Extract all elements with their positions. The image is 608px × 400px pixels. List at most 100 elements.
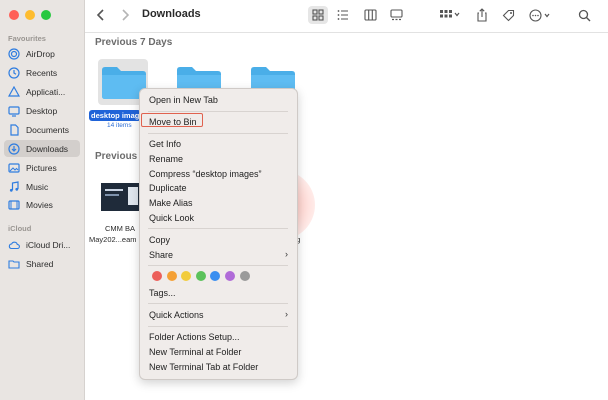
search-button[interactable] — [576, 6, 592, 24]
menu-divider — [148, 265, 288, 266]
zoom-window-button[interactable] — [41, 10, 51, 20]
column-view-button[interactable] — [361, 6, 379, 24]
tag-purple[interactable] — [224, 271, 235, 281]
search-icon — [578, 9, 590, 21]
more-actions-button[interactable] — [528, 6, 554, 24]
menu-divider — [148, 111, 288, 112]
section-title-previous: Previous — [95, 151, 138, 162]
sidebar-item-applications[interactable]: Applicati... — [4, 83, 80, 100]
window-title: Downloads — [142, 8, 201, 20]
section-title-previous-7-days: Previous 7 Days — [95, 37, 173, 48]
tag-blue[interactable] — [210, 271, 221, 281]
favourites-section-label: Favourites — [8, 34, 46, 43]
menu-item-open-in-new-tab[interactable]: Open in New Tab — [149, 95, 218, 105]
forward-button[interactable] — [117, 6, 133, 24]
menu-item-make-alias[interactable]: Make Alias — [149, 198, 193, 208]
share-icon — [477, 8, 487, 22]
applications-icon — [8, 85, 20, 98]
share-button[interactable] — [474, 6, 490, 24]
menu-divider — [148, 228, 288, 229]
sidebar-item-label: Documents — [26, 124, 69, 135]
sidebar-item-label: Shared — [26, 258, 54, 269]
sidebar-item-documents[interactable]: Documents — [4, 121, 80, 138]
tag-orange[interactable] — [166, 271, 177, 281]
sidebar-item-shared[interactable]: Shared — [4, 255, 80, 272]
file-name-line1[interactable]: CMM BA — [105, 224, 135, 233]
group-by-button[interactable] — [437, 6, 463, 24]
menu-item-tags[interactable]: Tags... — [149, 288, 176, 298]
gallery-view-button[interactable] — [387, 6, 405, 24]
airdrop-icon — [8, 47, 20, 60]
context-menu: Open in New Tab Move to Bin Get Info Ren… — [139, 88, 298, 380]
sidebar-item-label: AirDrop — [26, 48, 55, 59]
sidebar-item-pictures[interactable]: Pictures — [4, 159, 80, 176]
list-icon — [337, 10, 348, 20]
sidebar-item-music[interactable]: Music — [4, 178, 80, 195]
sidebar-item-label: Music — [26, 181, 49, 192]
group-icon — [440, 10, 460, 18]
file-name-line2[interactable]: May202...eam — [89, 235, 137, 244]
folder-item-count: 14 items — [107, 122, 132, 129]
sidebar-item-label: Applicati... — [26, 86, 66, 97]
menu-item-get-info[interactable]: Get Info — [149, 139, 181, 149]
columns-icon — [363, 9, 377, 21]
sidebar-item-recents[interactable]: Recents — [4, 64, 80, 81]
sidebar-item-icloud-drive[interactable]: iCloud Dri... — [4, 236, 80, 253]
music-icon — [8, 180, 20, 193]
menu-item-copy[interactable]: Copy — [149, 235, 170, 245]
close-window-button[interactable] — [9, 10, 19, 20]
sidebar-item-movies[interactable]: Movies — [4, 196, 80, 213]
icloud-section-label: iCloud — [8, 224, 32, 233]
file-thumbnail[interactable] — [101, 183, 141, 211]
icloud-drive-icon — [8, 239, 20, 251]
grid-icon — [312, 9, 324, 21]
shared-folder-icon — [8, 258, 20, 270]
ellipsis-circle-icon — [529, 8, 550, 22]
menu-item-duplicate[interactable]: Duplicate — [149, 183, 187, 193]
window-controls — [9, 10, 51, 20]
menu-divider — [148, 326, 288, 327]
menu-item-new-terminal[interactable]: New Terminal at Folder — [149, 347, 241, 357]
sidebar-item-label: iCloud Dri... — [26, 239, 71, 250]
tag-yellow[interactable] — [181, 271, 192, 281]
sidebar: Favourites AirDrop Recents Applicati... … — [0, 0, 85, 400]
menu-item-folder-actions-setup[interactable]: Folder Actions Setup... — [149, 332, 240, 342]
sidebar-item-downloads[interactable]: Downloads — [4, 140, 80, 157]
tag-red[interactable] — [152, 271, 162, 281]
menu-item-new-terminal-tab[interactable]: New Terminal Tab at Folder — [149, 362, 258, 372]
download-icon — [8, 142, 20, 155]
menu-item-share[interactable]: Share — [149, 250, 173, 260]
desktop-icon — [8, 105, 20, 117]
gallery-icon — [389, 9, 403, 21]
pictures-icon — [8, 162, 20, 174]
back-button[interactable] — [93, 6, 109, 24]
minimize-window-button[interactable] — [25, 10, 35, 20]
menu-item-quick-actions[interactable]: Quick Actions — [149, 310, 204, 320]
move-to-bin-highlight-box — [141, 113, 203, 127]
menu-item-rename[interactable]: Rename — [149, 154, 183, 164]
toolbar: Downloads — [85, 0, 608, 33]
sidebar-item-airdrop[interactable]: AirDrop — [4, 45, 80, 62]
icon-view-button[interactable] — [308, 6, 328, 24]
sidebar-item-label: Desktop — [26, 105, 58, 116]
movies-icon — [8, 199, 20, 211]
tag-green[interactable] — [195, 271, 206, 281]
folder-name-label[interactable]: desktop imag — [89, 110, 142, 121]
document-icon — [8, 123, 20, 136]
submenu-chevron-icon: › — [285, 249, 288, 259]
sidebar-item-desktop[interactable]: Desktop — [4, 102, 80, 119]
tag-gray[interactable] — [239, 271, 250, 281]
tag-color-row — [152, 271, 250, 281]
tag-button[interactable] — [500, 6, 516, 24]
sidebar-item-label: Pictures — [26, 162, 57, 173]
submenu-chevron-icon: › — [285, 309, 288, 319]
menu-divider — [148, 303, 288, 304]
sidebar-item-label: Recents — [26, 67, 58, 78]
menu-item-compress[interactable]: Compress “desktop images” — [149, 169, 262, 179]
menu-divider — [148, 133, 288, 134]
sidebar-item-label: Movies — [26, 199, 53, 210]
list-view-button[interactable] — [334, 6, 352, 24]
sidebar-item-label: Downloads — [26, 143, 69, 154]
menu-item-quick-look[interactable]: Quick Look — [149, 213, 194, 223]
clock-icon — [8, 66, 20, 79]
